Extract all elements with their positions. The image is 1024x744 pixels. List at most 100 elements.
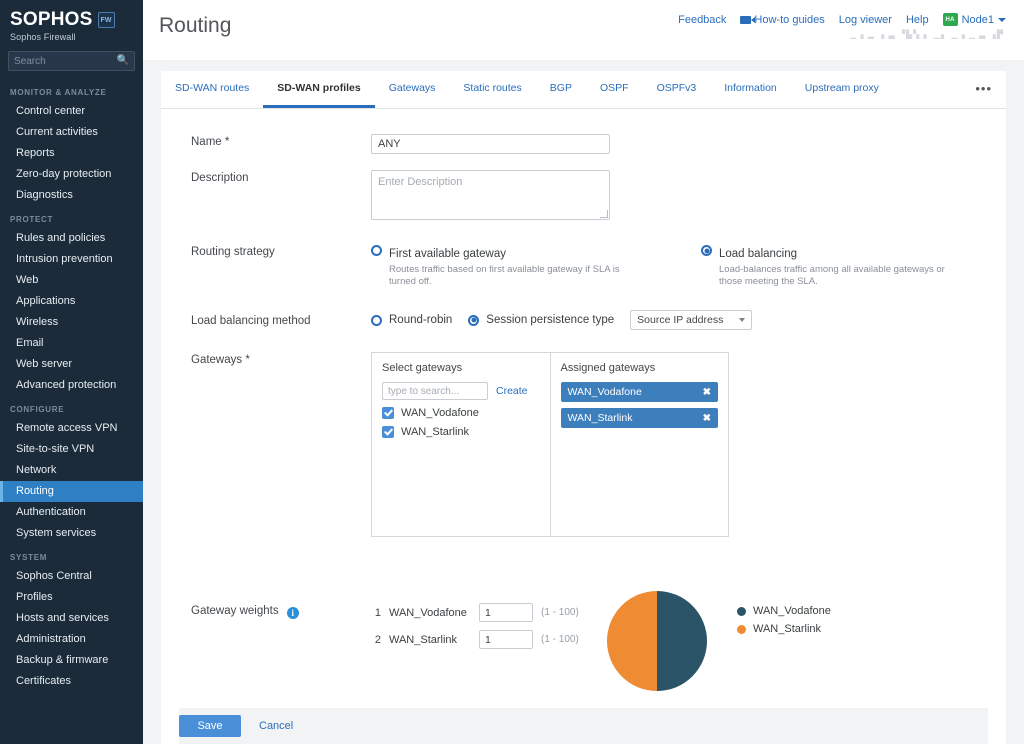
gateway-weight-name: WAN_Starlink xyxy=(389,634,471,646)
remove-gateway-icon[interactable]: ✖ xyxy=(703,413,711,424)
top-links: Feedback How-to guides Log viewer Help H… xyxy=(678,0,1006,26)
sidebar-item-control-center[interactable]: Control center xyxy=(0,101,143,122)
gateways-available-panel: Select gateways type to search... Create… xyxy=(372,353,551,536)
sidebar-item-routing[interactable]: Routing xyxy=(0,481,143,502)
session-persistence-select[interactable]: Source IP address xyxy=(630,310,752,330)
link-help[interactable]: Help xyxy=(906,14,929,26)
gateway-checkbox-row[interactable]: WAN_Vodafone xyxy=(382,407,540,419)
link-feedback[interactable]: Feedback xyxy=(678,14,726,26)
legend-color-swatch xyxy=(737,607,746,616)
sidebar-item-email[interactable]: Email xyxy=(0,333,143,354)
pie-slice-wan-vodafone xyxy=(657,591,707,691)
create-gateway-link[interactable]: Create xyxy=(496,385,528,397)
assigned-gateway-chip[interactable]: WAN_Vodafone ✖ xyxy=(561,382,719,402)
nav-group-label: CONFIGURE xyxy=(0,396,143,418)
pie-chart-svg xyxy=(607,591,707,691)
name-input[interactable]: ANY xyxy=(371,134,610,154)
sidebar: SOPHOS FW Sophos Firewall Search 🔍 MONIT… xyxy=(0,0,143,744)
tab-information[interactable]: Information xyxy=(710,71,791,108)
gateways-assigned-panel: Assigned gateways WAN_Vodafone✖WAN_Starl… xyxy=(551,353,729,536)
save-button[interactable]: Save xyxy=(179,715,241,737)
radio-icon-load-balancing xyxy=(701,245,712,256)
search-input[interactable]: Search xyxy=(14,56,117,67)
tab-ospfv3[interactable]: OSPFv3 xyxy=(643,71,711,108)
tab-sd-wan-routes[interactable]: SD-WAN routes xyxy=(161,71,263,108)
sidebar-item-rules-and-policies[interactable]: Rules and policies xyxy=(0,228,143,249)
sidebar-item-sophos-central[interactable]: Sophos Central xyxy=(0,566,143,587)
gateway-weight-row: 2WAN_Starlink1(1 - 100) xyxy=(371,630,591,649)
sidebar-item-web[interactable]: Web xyxy=(0,270,143,291)
gateway-weights-label-text: Gateway weights xyxy=(191,605,279,617)
radio-session-persistence[interactable]: Session persistence type xyxy=(468,314,614,327)
main-area: Routing Feedback How-to guides Log viewe… xyxy=(143,0,1024,744)
tab-sd-wan-profiles[interactable]: SD-WAN profiles xyxy=(263,71,374,108)
label-description: Description xyxy=(161,170,371,184)
remove-gateway-icon[interactable]: ✖ xyxy=(703,387,711,398)
link-how-to-guides[interactable]: How-to guides xyxy=(740,14,824,26)
radio-desc-load-balancing: Load-balances traffic among all availabl… xyxy=(719,264,964,288)
sidebar-item-applications[interactable]: Applications xyxy=(0,291,143,312)
sidebar-item-web-server[interactable]: Web server xyxy=(0,354,143,375)
sidebar-item-diagnostics[interactable]: Diagnostics xyxy=(0,185,143,206)
sidebar-item-site-to-site-vpn[interactable]: Site-to-site VPN xyxy=(0,439,143,460)
legend-label: WAN_Vodafone xyxy=(753,605,831,617)
gateway-weight-hint: (1 - 100) xyxy=(541,634,579,645)
label-load-balancing-method: Load balancing method xyxy=(161,313,371,327)
sidebar-item-network[interactable]: Network xyxy=(0,460,143,481)
sidebar-item-hosts-and-services[interactable]: Hosts and services xyxy=(0,608,143,629)
radio-icon-round-robin xyxy=(371,315,382,326)
node-selector[interactable]: HA Node1 xyxy=(943,13,1006,26)
gateway-weight-index: 1 xyxy=(371,607,381,619)
gateway-weight-input[interactable]: 1 xyxy=(479,630,533,649)
sidebar-item-system-services[interactable]: System services xyxy=(0,523,143,544)
sidebar-item-backup-firmware[interactable]: Backup & firmware xyxy=(0,650,143,671)
gateway-weight-input[interactable]: 1 xyxy=(479,603,533,622)
sidebar-item-reports[interactable]: Reports xyxy=(0,143,143,164)
ha-status-icon: HA xyxy=(943,13,958,26)
sidebar-item-current-activities[interactable]: Current activities xyxy=(0,122,143,143)
sidebar-item-advanced-protection[interactable]: Advanced protection xyxy=(0,375,143,396)
sidebar-search[interactable]: Search 🔍 xyxy=(0,48,143,79)
gateway-weight-hint: (1 - 100) xyxy=(541,607,579,618)
cancel-button[interactable]: Cancel xyxy=(259,720,293,732)
radio-round-robin[interactable]: Round-robin xyxy=(371,314,452,327)
sidebar-item-remote-access-vpn[interactable]: Remote access VPN xyxy=(0,418,143,439)
radio-icon-session-persistence xyxy=(468,315,479,326)
tab-upstream-proxy[interactable]: Upstream proxy xyxy=(791,71,893,108)
gateway-checkbox-label: WAN_Vodafone xyxy=(401,407,479,419)
assigned-gateway-chip[interactable]: WAN_Starlink✖ xyxy=(561,408,719,428)
assigned-gateway-label: WAN_Vodafone xyxy=(568,386,642,398)
gateway-search-input[interactable]: type to search... xyxy=(382,382,488,400)
radio-first-available-gateway[interactable]: First available gateway Routes traffic b… xyxy=(371,244,701,288)
sidebar-item-certificates[interactable]: Certificates xyxy=(0,671,143,692)
sidebar-item-zero-day-protection[interactable]: Zero-day protection xyxy=(0,164,143,185)
link-log-viewer[interactable]: Log viewer xyxy=(839,14,892,26)
field-gateways: Gateways * Select gateways type to searc… xyxy=(161,352,1006,537)
checkbox-icon[interactable] xyxy=(382,426,394,438)
gateway-checkbox-row[interactable]: WAN_Starlink xyxy=(382,426,540,438)
tab-gateways[interactable]: Gateways xyxy=(375,71,450,108)
sidebar-item-authentication[interactable]: Authentication xyxy=(0,502,143,523)
chevron-down-icon xyxy=(998,18,1006,22)
session-persistence-select-value: Source IP address xyxy=(637,314,723,326)
description-textarea[interactable]: Enter Description xyxy=(371,170,610,220)
tab-bgp[interactable]: BGP xyxy=(536,71,586,108)
tab-overflow-menu[interactable]: ••• xyxy=(961,71,1006,108)
pie-chart-legend: WAN_Vodafone WAN_Starlink xyxy=(737,605,831,641)
gateways-dual-list: Select gateways type to search... Create… xyxy=(371,352,729,537)
weights-pie-chart xyxy=(607,591,707,696)
tab-static-routes[interactable]: Static routes xyxy=(449,71,535,108)
sidebar-item-administration[interactable]: Administration xyxy=(0,629,143,650)
checkbox-icon[interactable] xyxy=(382,407,394,419)
pie-slice-wan-starlink xyxy=(607,591,657,691)
sidebar-item-profiles[interactable]: Profiles xyxy=(0,587,143,608)
radio-load-balancing[interactable]: Load balancing Load-balances traffic amo… xyxy=(701,244,964,288)
radio-icon-first-available xyxy=(371,245,382,256)
radio-label-session-persistence: Session persistence type xyxy=(486,314,614,327)
sidebar-item-wireless[interactable]: Wireless xyxy=(0,312,143,333)
legend-label: WAN_Starlink xyxy=(753,623,821,635)
nav-group-label: PROTECT xyxy=(0,206,143,228)
sidebar-item-intrusion-prevention[interactable]: Intrusion prevention xyxy=(0,249,143,270)
tab-ospf[interactable]: OSPF xyxy=(586,71,643,108)
info-icon[interactable]: i xyxy=(287,607,299,619)
